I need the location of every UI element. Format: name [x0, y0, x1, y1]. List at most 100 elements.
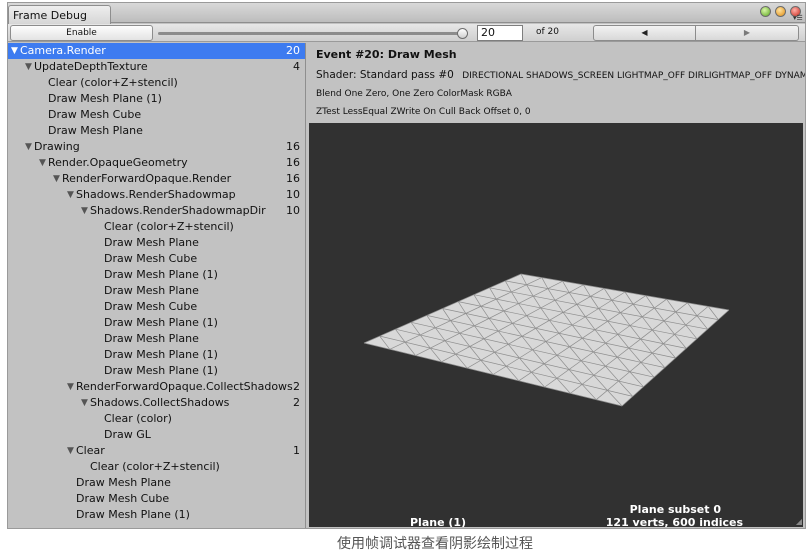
- tree-row-label: Draw Mesh Cube: [104, 252, 198, 265]
- expand-triangle-icon[interactable]: ▼: [25, 139, 32, 155]
- tree-row[interactable]: ▼ Drawing 16: [8, 139, 305, 155]
- tree-row[interactable]: ▼ RenderForwardOpaque.CollectShadows 2: [8, 379, 305, 395]
- enable-button[interactable]: Enable: [10, 25, 153, 41]
- mesh-preview[interactable]: Plane (1) Plane subset 0 121 verts, 600 …: [309, 123, 803, 527]
- tree-row[interactable]: ▼ Render.OpaqueGeometry 16: [8, 155, 305, 171]
- title-tab-strip: Frame Debug ▾☰: [8, 3, 805, 24]
- tree-row-label: Clear (color+Z+stencil): [104, 220, 234, 233]
- resize-grip-icon[interactable]: ◢: [796, 517, 802, 526]
- tree-row[interactable]: Draw Mesh Cube: [8, 299, 305, 315]
- tree-row[interactable]: Draw Mesh Plane (1): [8, 347, 305, 363]
- shader-info: Shader: Standard pass #0 DIRECTIONAL SHA…: [316, 69, 805, 81]
- tree-row-label: RenderForwardOpaque.Render: [62, 172, 232, 185]
- tree-row-count: 2: [293, 396, 300, 409]
- expand-triangle-icon[interactable]: ▼: [39, 155, 46, 171]
- tree-row[interactable]: Draw Mesh Plane: [8, 475, 305, 491]
- tree-row[interactable]: ▼ Clear 1: [8, 443, 305, 459]
- tree-row[interactable]: ▼ Shadows.CollectShadows 2: [8, 395, 305, 411]
- tree-row-count: 4: [293, 60, 300, 73]
- tree-row[interactable]: Draw Mesh Plane (1): [8, 91, 305, 107]
- toolbar: Enable 20 of 20 ◀ ▶: [8, 24, 805, 42]
- tree-row[interactable]: Draw Mesh Plane: [8, 235, 305, 251]
- tree-row[interactable]: Draw Mesh Plane (1): [8, 315, 305, 331]
- tree-row[interactable]: Draw GL: [8, 427, 305, 443]
- event-slider[interactable]: [158, 28, 468, 39]
- frame-debug-tab[interactable]: Frame Debug: [8, 5, 111, 24]
- tree-row[interactable]: Draw Mesh Cube: [8, 251, 305, 267]
- tree-row[interactable]: Draw Mesh Cube: [8, 491, 305, 507]
- event-details-panel: Event #20: Draw Mesh Shader: Standard pa…: [307, 43, 805, 528]
- previous-event-button[interactable]: ◀: [593, 25, 696, 41]
- mesh-stats-label: 121 verts, 600 indices: [605, 516, 743, 527]
- tree-row[interactable]: Clear (color+Z+stencil): [8, 459, 305, 475]
- tree-row-label: Draw Mesh Plane (1): [104, 348, 218, 361]
- event-total-label: of 20: [536, 27, 559, 37]
- expand-triangle-icon[interactable]: ▼: [81, 395, 88, 411]
- tree-row-label: Draw GL: [104, 428, 151, 441]
- event-title: Event #20: Draw Mesh: [316, 48, 457, 61]
- tree-row-label: Draw Mesh Plane (1): [48, 92, 162, 105]
- tree-row[interactable]: ▼ RenderForwardOpaque.Render 16: [8, 171, 305, 187]
- tree-row-label: Render.OpaqueGeometry: [48, 156, 188, 169]
- tree-row[interactable]: ▼ Camera.Render 20: [8, 43, 305, 59]
- tree-row[interactable]: Draw Mesh Cube: [8, 107, 305, 123]
- next-arrow-icon: ▶: [743, 28, 751, 37]
- expand-triangle-icon[interactable]: ▼: [67, 443, 74, 459]
- tree-row[interactable]: Draw Mesh Plane (1): [8, 507, 305, 523]
- tree-row-label: Draw Mesh Plane (1): [104, 268, 218, 281]
- tree-row-count: 16: [286, 156, 300, 169]
- tree-row[interactable]: Clear (color): [8, 411, 305, 427]
- tree-row[interactable]: ▼ UpdateDepthTexture 4: [8, 59, 305, 75]
- shader-keywords: DIRECTIONAL SHADOWS_SCREEN LIGHTMAP_OFF …: [462, 71, 805, 81]
- tree-row[interactable]: Draw Mesh Plane: [8, 331, 305, 347]
- tree-row-label: Draw Mesh Plane: [104, 284, 199, 297]
- mesh-subset-label: Plane subset 0: [629, 503, 721, 516]
- shader-name: Shader: Standard pass #0: [316, 69, 454, 81]
- tree-row-label: Draw Mesh Plane: [48, 124, 143, 137]
- maximize-button[interactable]: [775, 6, 786, 17]
- expand-triangle-icon[interactable]: ▼: [25, 59, 32, 75]
- tree-row[interactable]: Clear (color+Z+stencil): [8, 75, 305, 91]
- tree-row-label: Draw Mesh Plane: [76, 476, 171, 489]
- menu-icon[interactable]: ▾☰: [793, 15, 803, 22]
- plane-surface: [364, 274, 729, 406]
- tree-row-label: Shadows.CollectShadows: [90, 396, 230, 409]
- plane-mesh-preview: [363, 273, 730, 407]
- tree-row-label: Clear: [76, 444, 105, 457]
- tree-row-label: Draw Mesh Plane (1): [104, 316, 218, 329]
- tree-row[interactable]: Draw Mesh Plane: [8, 283, 305, 299]
- event-tree[interactable]: ▼ Camera.Render 20 ▼ UpdateDepthTexture 4 Clea…: [8, 43, 306, 528]
- tree-row-label: Clear (color+Z+stencil): [48, 76, 178, 89]
- frame-debug-window: Frame Debug ▾☰ Enable 20 of 20 ◀ ▶ ▼ Came…: [7, 2, 806, 529]
- tree-row-label: UpdateDepthTexture: [34, 60, 148, 73]
- tree-row-label: Shadows.RenderShadowmapDir: [90, 204, 266, 217]
- tree-row[interactable]: ▼ Shadows.RenderShadowmap 10: [8, 187, 305, 203]
- tree-row[interactable]: ▼ Shadows.RenderShadowmapDir 10: [8, 203, 305, 219]
- expand-triangle-icon[interactable]: ▼: [81, 203, 88, 219]
- event-index-field[interactable]: 20: [477, 25, 523, 41]
- next-event-button[interactable]: ▶: [696, 25, 799, 41]
- tree-row[interactable]: Draw Mesh Plane (1): [8, 363, 305, 379]
- tree-row-count: 10: [286, 188, 300, 201]
- tree-row-count: 20: [286, 44, 300, 57]
- minimize-button[interactable]: [760, 6, 771, 17]
- tree-row[interactable]: Draw Mesh Plane (1): [8, 267, 305, 283]
- prev-arrow-icon: ◀: [641, 28, 648, 37]
- blend-state: Blend One Zero, One Zero ColorMask RGBA: [316, 89, 512, 99]
- tree-row[interactable]: Draw Mesh Plane: [8, 123, 305, 139]
- tree-row-label: Draw Mesh Plane: [104, 236, 199, 249]
- tree-row-label: Drawing: [34, 140, 80, 153]
- slider-thumb[interactable]: [457, 28, 468, 39]
- tree-row-count: 2: [293, 380, 300, 393]
- expand-triangle-icon[interactable]: ▼: [11, 43, 18, 59]
- expand-triangle-icon[interactable]: ▼: [67, 379, 74, 395]
- tree-row-label: Draw Mesh Plane (1): [76, 508, 190, 521]
- tree-row-count: 16: [286, 172, 300, 185]
- tree-row[interactable]: Clear (color+Z+stencil): [8, 219, 305, 235]
- expand-triangle-icon[interactable]: ▼: [67, 187, 74, 203]
- tree-row-label: Camera.Render: [20, 44, 106, 57]
- tree-row-label: Draw Mesh Cube: [48, 108, 142, 121]
- expand-triangle-icon[interactable]: ▼: [53, 171, 60, 187]
- tree-row-label: RenderForwardOpaque.CollectShadows: [76, 380, 293, 393]
- tree-row-label: Shadows.RenderShadowmap: [76, 188, 236, 201]
